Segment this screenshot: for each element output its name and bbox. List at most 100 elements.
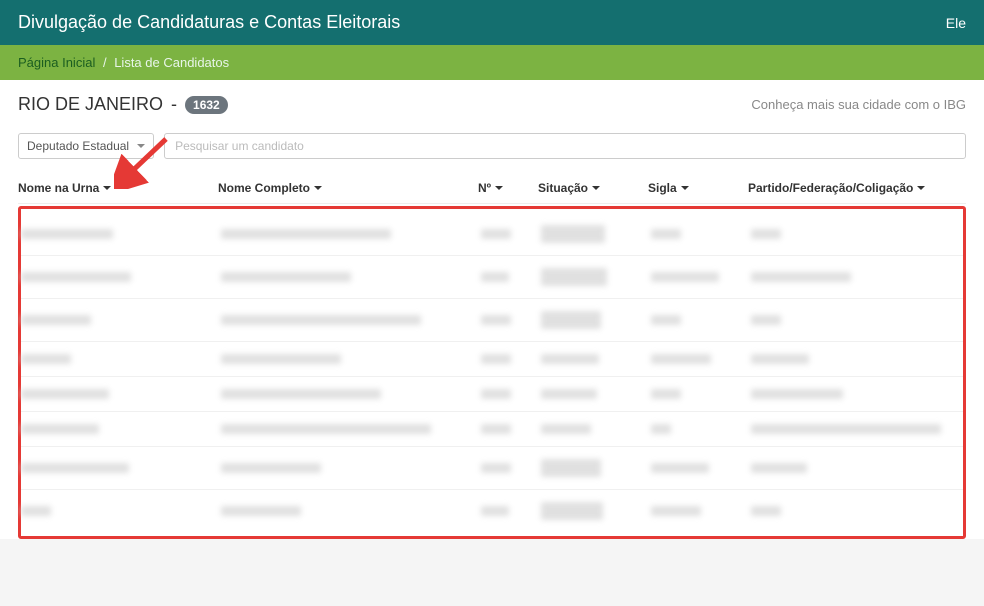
table-cell xyxy=(751,272,971,282)
table-cell xyxy=(21,272,221,282)
table-cell xyxy=(481,315,541,325)
redacted-content xyxy=(651,424,671,434)
breadcrumb-home[interactable]: Página Inicial xyxy=(18,55,95,70)
table-cell xyxy=(541,354,651,364)
redacted-content xyxy=(481,424,511,434)
table-row[interactable] xyxy=(21,447,963,490)
redacted-content xyxy=(541,268,607,286)
redacted-content xyxy=(221,389,381,399)
table-cell xyxy=(751,463,971,473)
redacted-content xyxy=(751,272,851,282)
redacted-content xyxy=(221,424,431,434)
table-cell xyxy=(481,272,541,282)
table-cell xyxy=(481,389,541,399)
position-select[interactable]: Deputado Estadual xyxy=(18,133,154,159)
table-row[interactable] xyxy=(21,490,963,532)
header-right-link[interactable]: Ele xyxy=(946,15,966,31)
redacted-content xyxy=(481,272,509,282)
table-cell xyxy=(651,389,751,399)
redacted-content xyxy=(651,463,709,473)
column-numero[interactable]: Nº xyxy=(478,181,538,195)
table-cell xyxy=(651,424,751,434)
redacted-content xyxy=(221,315,421,325)
table-row[interactable] xyxy=(21,377,963,412)
table-cell xyxy=(221,272,481,282)
column-label: Nome na Urna xyxy=(18,181,99,195)
table: Nome na Urna Nome Completo Nº Situação S… xyxy=(18,173,966,539)
table-cell xyxy=(481,506,541,516)
region-title: RIO DE JANEIRO - 1632 xyxy=(18,94,228,115)
table-cell xyxy=(751,424,971,434)
column-sigla[interactable]: Sigla xyxy=(648,181,748,195)
table-cell xyxy=(21,354,221,364)
table-cell xyxy=(751,354,971,364)
table-cell xyxy=(481,354,541,364)
table-headers: Nome na Urna Nome Completo Nº Situação S… xyxy=(18,173,966,204)
table-cell xyxy=(651,229,751,239)
redacted-content xyxy=(651,315,681,325)
column-partido[interactable]: Partido/Federação/Coligação xyxy=(748,181,968,195)
main-content: RIO DE JANEIRO - 1632 Conheça mais sua c… xyxy=(0,80,984,539)
table-cell xyxy=(541,268,651,286)
table-row[interactable] xyxy=(21,299,963,342)
table-cell xyxy=(651,354,751,364)
redacted-content xyxy=(651,354,711,364)
table-row[interactable] xyxy=(21,213,963,256)
filter-row: Deputado Estadual xyxy=(18,133,966,159)
table-cell xyxy=(221,315,481,325)
redacted-content xyxy=(541,424,591,434)
redacted-content xyxy=(541,459,601,477)
table-cell xyxy=(481,229,541,239)
column-nome-urna[interactable]: Nome na Urna xyxy=(18,181,218,195)
redacted-content xyxy=(751,315,781,325)
table-cell xyxy=(751,315,971,325)
table-body xyxy=(18,206,966,539)
redacted-content xyxy=(21,389,109,399)
position-select-value: Deputado Estadual xyxy=(27,139,129,153)
redacted-content xyxy=(21,229,113,239)
redacted-content xyxy=(21,424,99,434)
table-cell xyxy=(651,315,751,325)
table-cell xyxy=(651,272,751,282)
table-cell xyxy=(541,424,651,434)
redacted-content xyxy=(651,229,681,239)
redacted-content xyxy=(21,272,131,282)
table-row[interactable] xyxy=(21,412,963,447)
ibge-link[interactable]: Conheça mais sua cidade com o IBG xyxy=(751,97,966,112)
redacted-content xyxy=(481,229,511,239)
table-cell xyxy=(21,389,221,399)
table-row[interactable] xyxy=(21,256,963,299)
table-cell xyxy=(21,463,221,473)
redacted-content xyxy=(221,506,301,516)
redacted-content xyxy=(751,424,941,434)
redacted-content xyxy=(21,506,51,516)
redacted-content xyxy=(751,463,807,473)
redacted-content xyxy=(21,315,91,325)
table-cell xyxy=(541,459,651,477)
table-cell xyxy=(541,389,651,399)
table-cell xyxy=(751,229,971,239)
column-label: Partido/Federação/Coligação xyxy=(748,181,913,195)
sort-caret-icon xyxy=(917,186,925,194)
table-cell xyxy=(221,463,481,473)
table-cell xyxy=(541,225,651,243)
redacted-content xyxy=(541,354,599,364)
breadcrumb-current: Lista de Candidatos xyxy=(114,55,229,70)
table-cell xyxy=(481,424,541,434)
column-situacao[interactable]: Situação xyxy=(538,181,648,195)
table-cell xyxy=(481,463,541,473)
redacted-content xyxy=(481,354,511,364)
redacted-content xyxy=(541,225,605,243)
redacted-content xyxy=(541,389,597,399)
sort-caret-icon xyxy=(592,186,600,194)
table-row[interactable] xyxy=(21,342,963,377)
column-label: Nome Completo xyxy=(218,181,310,195)
search-input[interactable] xyxy=(164,133,966,159)
sort-caret-icon xyxy=(314,186,322,194)
table-cell xyxy=(221,389,481,399)
redacted-content xyxy=(481,506,509,516)
redacted-content xyxy=(651,272,719,282)
column-nome-completo[interactable]: Nome Completo xyxy=(218,181,478,195)
top-header: Divulgação de Candidaturas e Contas Elei… xyxy=(0,0,984,45)
redacted-content xyxy=(541,311,601,329)
